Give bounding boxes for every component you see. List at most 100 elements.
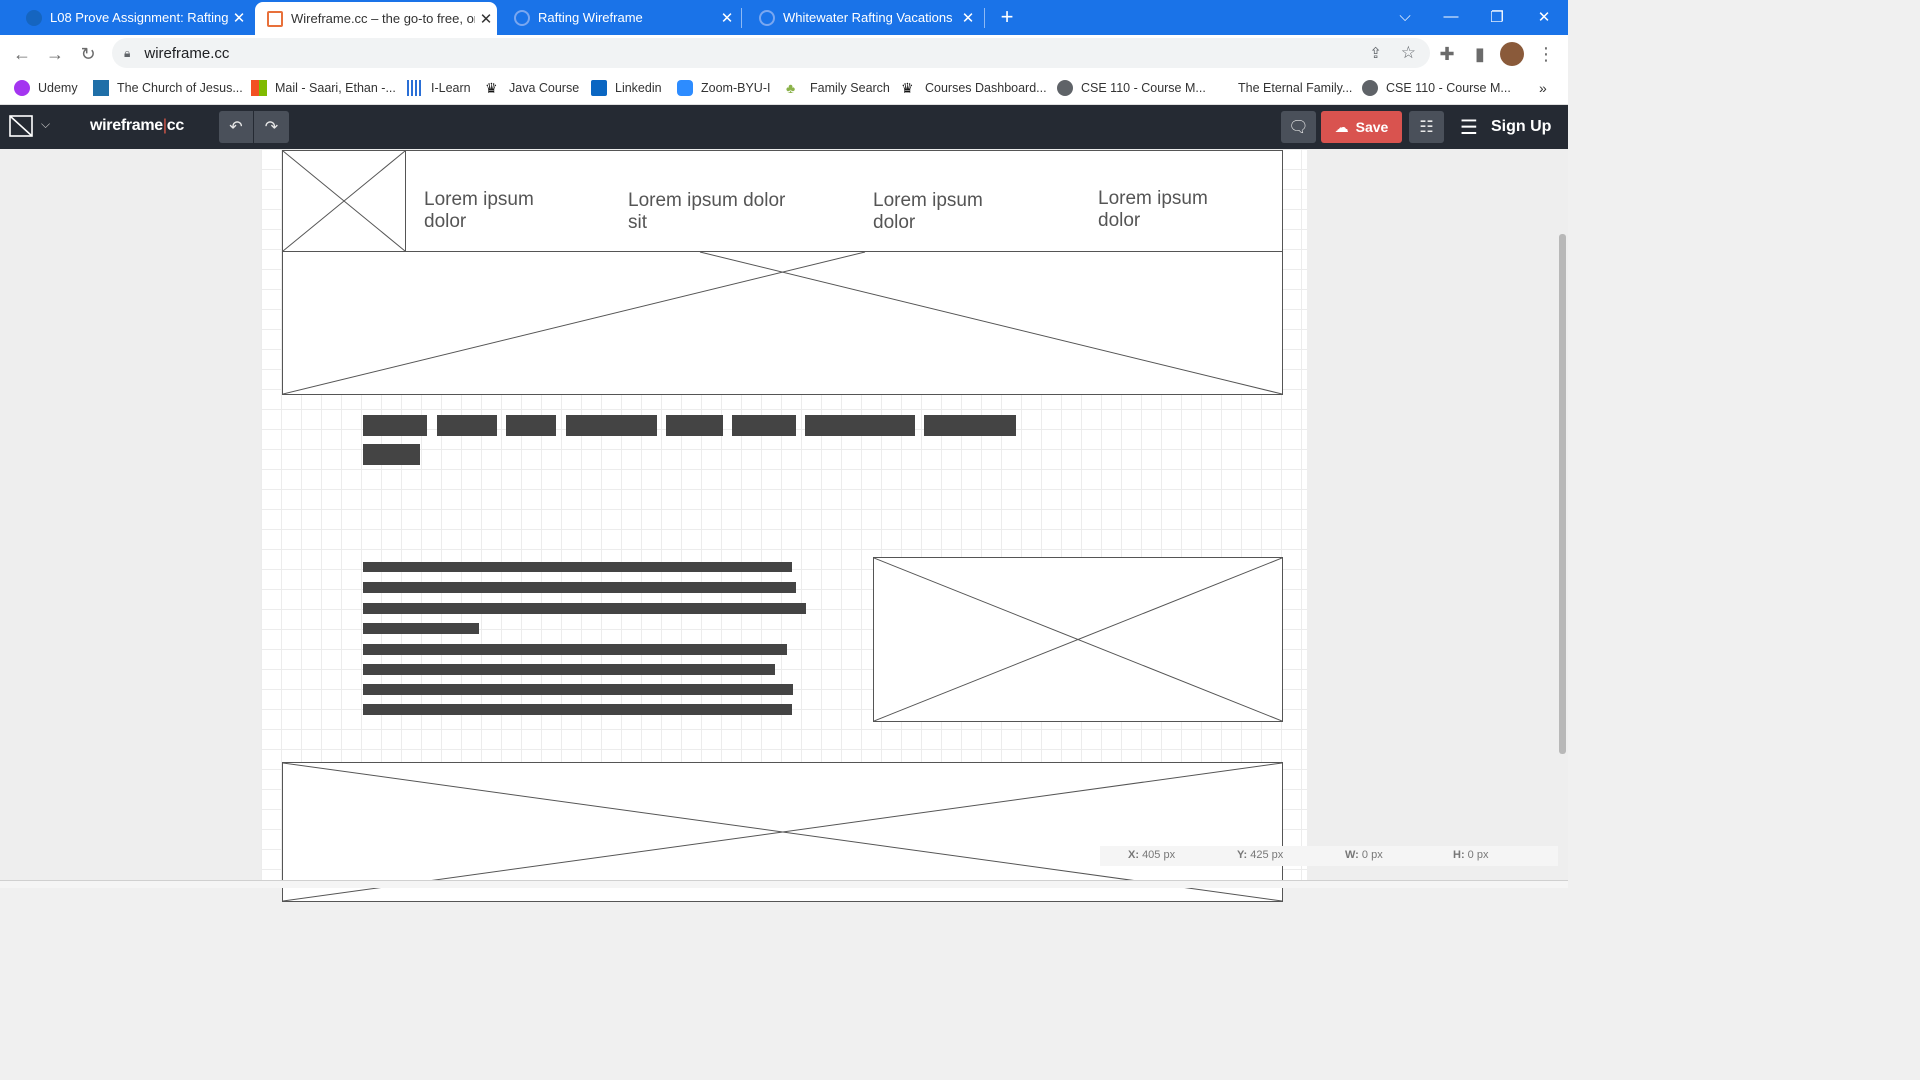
comments-button[interactable]: 🗨︎ [1281,111,1316,143]
text-line-block[interactable] [363,704,792,715]
bookmark-label: Courses Dashboard... [925,81,1047,95]
text-line-block[interactable] [363,664,775,675]
heading-word-block[interactable] [363,415,427,436]
bookmark-church[interactable]: The Church of Jesus... [93,78,243,98]
logo-placeholder[interactable] [282,150,406,252]
kebab-menu-icon[interactable]: ⋮ [1533,41,1559,67]
browser-tab[interactable]: Rafting Wireframe ✕ [502,0,738,35]
signup-label: Sign Up [1491,118,1552,135]
hero-image-placeholder[interactable] [282,251,1283,395]
tree-icon: ♣ [786,80,796,96]
redo-button[interactable]: ↷ [254,111,289,143]
bookmark-eternal-family[interactable]: The Eternal Family... [1238,78,1352,98]
nav-item[interactable]: Lorem ipsum dolor [873,190,1023,234]
close-tab-icon[interactable]: ✕ [716,9,738,27]
avatar[interactable] [1500,42,1524,66]
wireframe-page[interactable]: Lorem ipsum dolor Lorem ipsum dolor sit … [261,149,1307,902]
close-tab-icon[interactable]: ✕ [228,9,250,27]
browser-tab-active[interactable]: Wireframe.cc – the go-to free, on ✕ [255,2,497,35]
browser-tab-strip: L08 Prove Assignment: Rafting si ✕ Wiref… [0,0,1568,35]
bookmark-label: CSE 110 - Course M... [1081,81,1206,95]
back-arrow-icon[interactable]: ← [9,41,35,67]
x-value: 405 px [1142,849,1176,861]
globe-icon [1362,80,1378,96]
text-line-block[interactable] [363,623,479,634]
browser-tab[interactable]: L08 Prove Assignment: Rafting si ✕ [14,0,250,35]
text-line-block[interactable] [363,644,787,655]
extensions-puzzle-icon[interactable]: ✚ [1434,41,1460,67]
bookmark-courses[interactable]: ♛ Courses Dashboard... [901,78,1047,98]
globe-icon [1057,80,1073,96]
new-tab-button[interactable]: + [990,0,1024,33]
side-panel-icon[interactable]: ▮ [1467,41,1493,67]
undo-icon: ↶ [229,119,243,136]
address-toolbar: ← → ↻ 🔒︎ wireframe.cc ⇪ ☆ ✚ ▮ ⋮ [0,35,1568,72]
save-label: Save [1355,119,1389,135]
text-line-block[interactable] [363,684,793,695]
settings-button[interactable]: ☷ [1409,111,1444,143]
star-icon[interactable]: ☆ [1401,43,1416,63]
bookmark-cse110-2[interactable]: CSE 110 - Course M... [1362,78,1511,98]
text-line-block[interactable] [363,582,796,593]
bookmark-linkedin[interactable]: Linkedin [591,78,662,98]
share-icon[interactable]: ⇪ [1369,44,1382,62]
ilearn-bars-icon [407,80,423,96]
bookmark-zoom[interactable]: Zoom-BYU-I [677,78,770,98]
save-button[interactable]: ☁ Save [1321,111,1402,143]
udemy-icon [14,80,30,96]
bookmark-cse110[interactable]: CSE 110 - Course M... [1057,78,1206,98]
linkedin-icon [591,80,607,96]
bookmark-udemy[interactable]: Udemy [14,78,78,98]
chevron-down-icon[interactable]: ⌵ [41,117,50,132]
bookmark-ilearn[interactable]: I-Learn [407,78,471,98]
plus-icon: + [1000,3,1014,29]
restore-icon[interactable]: ❐ [1474,0,1520,33]
reload-icon[interactable]: ↻ [75,41,101,67]
close-window-icon[interactable]: ✕ [1521,0,1567,33]
chevrons-icon: » [1539,80,1547,96]
tab-search-chevron-icon[interactable]: ⌵ [1382,0,1428,33]
nav-item[interactable]: Lorem ipsum dolor sit [628,190,798,234]
browser-tab[interactable]: Whitewater Rafting Vacations | D ✕ [747,0,979,35]
h-readout: H: 0 px [1453,849,1488,861]
heading-word-block[interactable] [566,415,657,436]
heading-word-block[interactable] [666,415,723,436]
crown-icon: ♛ [901,80,914,96]
nav-item[interactable]: Lorem ipsum dolor [1098,188,1248,232]
stencil-selector-icon[interactable] [9,115,33,137]
heading-word-block[interactable] [924,415,1016,436]
content-image-placeholder[interactable] [873,557,1283,722]
heading-word-block[interactable] [732,415,796,436]
forward-arrow-icon[interactable]: → [42,41,68,67]
vertical-scrollbar[interactable] [1559,234,1566,754]
zoom-icon [677,80,693,96]
url-bar[interactable]: 🔒︎ wireframe.cc ⇪ ☆ [112,38,1430,68]
text-line-block[interactable] [363,603,806,614]
close-tab-icon[interactable]: ✕ [475,10,497,28]
bookmarks-overflow-button[interactable]: » [1539,78,1547,98]
tab-title: Wireframe.cc – the go-to free, on [291,11,475,26]
nav-item[interactable]: Lorem ipsum dolor [424,189,574,233]
undo-button[interactable]: ↶ [219,111,253,143]
heading-word-block[interactable] [506,415,556,436]
y-value: 425 px [1250,849,1284,861]
bookmark-label: Mail - Saari, Ethan -... [275,81,396,95]
bookmark-java[interactable]: ♛ Java Course [485,78,579,98]
signup-link[interactable]: Sign Up [1491,118,1551,136]
bookmarks-bar: Udemy The Church of Jesus... Mail - Saar… [0,72,1568,105]
bookmark-label: Java Course [509,81,580,95]
heading-word-block[interactable] [363,444,420,465]
wireframe-toolbar: ⌵ wireframe|cc ↶ ↷ 🗨︎ ☁ Save ☷ ☰ Sign Up [0,105,1568,149]
text-line-block[interactable] [363,562,792,572]
bookmark-mail[interactable]: Mail - Saari, Ethan -... [251,78,396,98]
close-tab-icon[interactable]: ✕ [957,9,979,27]
minimize-icon[interactable]: — [1428,0,1474,33]
heading-word-block[interactable] [437,415,497,436]
heading-word-block[interactable] [805,415,915,436]
tab-title: Whitewater Rafting Vacations | D [783,10,957,25]
hamburger-menu-icon[interactable]: ☰ [1460,115,1478,140]
bookmark-label: CSE 110 - Course M... [1386,81,1511,95]
crown-icon: ♛ [485,80,498,96]
loading-favicon-icon [514,9,530,26]
bookmark-familysearch[interactable]: ♣ Family Search [786,78,890,98]
